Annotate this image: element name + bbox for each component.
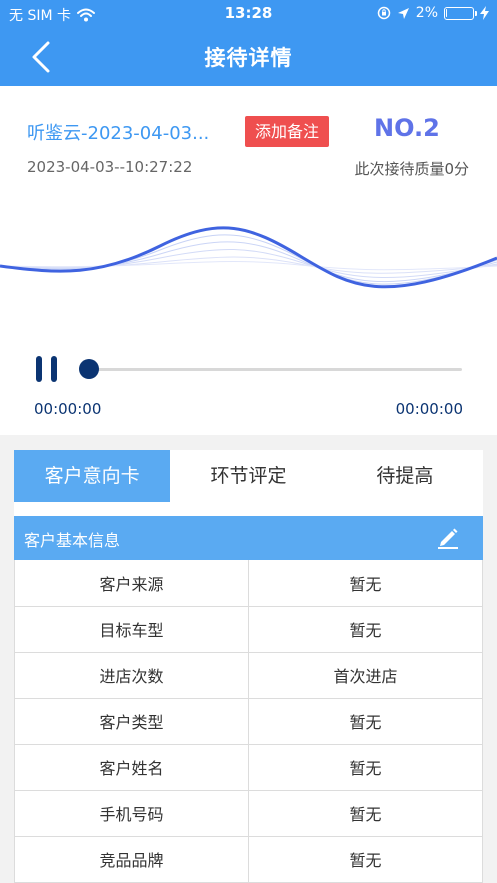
charging-icon xyxy=(480,6,489,20)
info-label: 客户类型 xyxy=(14,697,249,745)
info-label: 客户姓名 xyxy=(14,743,249,791)
detail-panel: 客户意向卡 环节评定 待提高 客户基本信息 客户来源 暂无 目标车型 暂无 进店次数 首次… xyxy=(14,450,483,883)
add-note-button[interactable]: 添加备注 xyxy=(245,116,330,147)
orientation-lock-icon xyxy=(377,6,391,20)
tab-stage-evaluation[interactable]: 环节评定 xyxy=(170,450,326,502)
app-header: 无 SIM 卡 13:28 2% 接待详情 xyxy=(0,0,497,86)
info-value: 暂无 xyxy=(248,605,483,653)
info-value: 暂无 xyxy=(248,789,483,837)
table-row: 竞品品牌 暂无 xyxy=(14,835,483,883)
section-title: 客户基本信息 xyxy=(24,531,121,550)
progress-thumb[interactable] xyxy=(79,359,99,379)
info-value: 暂无 xyxy=(248,743,483,791)
table-row: 进店次数 首次进店 xyxy=(14,651,483,699)
table-row: 客户来源 暂无 xyxy=(14,560,483,607)
recording-name[interactable]: 听鉴云-2023-04-03... xyxy=(27,119,209,145)
page-title: 接待详情 xyxy=(204,46,293,70)
info-label: 客户来源 xyxy=(14,560,249,607)
progress-track[interactable] xyxy=(82,368,462,371)
table-row: 目标车型 暂无 xyxy=(14,605,483,653)
battery-icon xyxy=(444,6,477,20)
info-value: 暂无 xyxy=(248,560,483,607)
recording-datetime: 2023-04-03--10:27:22 xyxy=(27,158,193,176)
edit-icon[interactable] xyxy=(437,526,459,550)
info-label: 手机号码 xyxy=(14,789,249,837)
pause-bar-right xyxy=(51,356,57,382)
info-value: 暂无 xyxy=(248,697,483,745)
tab-to-improve[interactable]: 待提高 xyxy=(327,450,483,502)
info-label: 进店次数 xyxy=(14,651,249,699)
info-value: 首次进店 xyxy=(248,651,483,699)
table-row: 客户姓名 暂无 xyxy=(14,743,483,791)
recording-number: NO.2 xyxy=(374,114,440,142)
customer-info-table: 客户来源 暂无 目标车型 暂无 进店次数 首次进店 客户类型 暂无 客户姓名 暂无 手机号码 暂无 竞品… xyxy=(14,560,483,883)
tab-bar: 客户意向卡 环节评定 待提高 xyxy=(14,450,483,502)
table-row: 客户类型 暂无 xyxy=(14,697,483,745)
pause-button[interactable] xyxy=(34,354,60,384)
status-bar: 无 SIM 卡 13:28 2% xyxy=(0,0,497,28)
section-header: 客户基本信息 xyxy=(14,516,483,560)
location-icon xyxy=(397,7,409,19)
recording-card: 听鉴云-2023-04-03... 添加备注 NO.2 2023-04-03--… xyxy=(0,86,497,435)
quality-score: 此次接待质量0分 xyxy=(354,160,469,178)
tab-intent-card[interactable]: 客户意向卡 xyxy=(14,450,171,502)
info-label: 目标车型 xyxy=(14,605,249,653)
pause-bar-left xyxy=(36,356,42,382)
total-time: 00:00:00 xyxy=(395,400,463,418)
status-right: 2% xyxy=(377,5,489,21)
table-row: 手机号码 暂无 xyxy=(14,789,483,837)
battery-level xyxy=(446,8,447,17)
audio-waveform xyxy=(0,226,497,289)
info-value: 暂无 xyxy=(248,835,483,883)
current-time: 00:00:00 xyxy=(34,400,102,418)
info-label: 竞品品牌 xyxy=(14,835,249,883)
battery-percent: 2% xyxy=(415,5,438,21)
